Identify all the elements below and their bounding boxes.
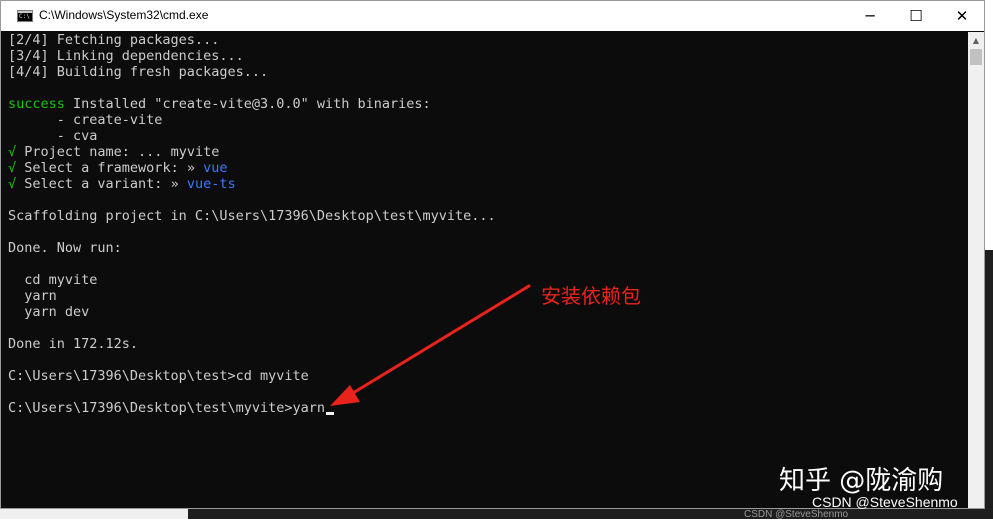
red-arrow-annotation [330,284,531,406]
csdn-watermark: CSDN @SteveShenmo [812,494,958,510]
csdn-watermark-small: CSDN @SteveShenmo [744,509,849,520]
annotation-label: 安装依赖包 [541,284,641,308]
zhihu-watermark: 知乎 @陇渝购 [779,466,944,496]
